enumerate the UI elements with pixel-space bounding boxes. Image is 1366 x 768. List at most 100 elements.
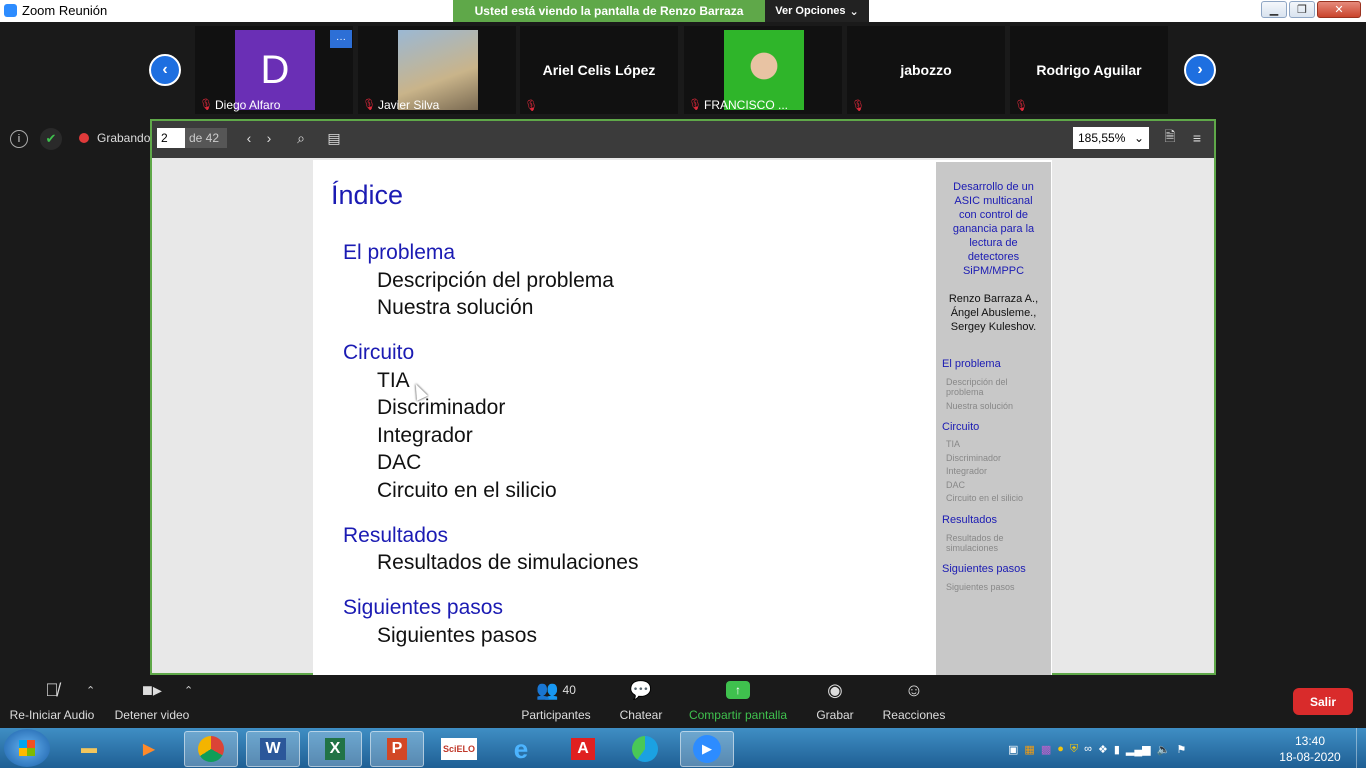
zoom-select[interactable]: 185,55% ⌄ [1073,127,1149,149]
recording-dot-icon [79,133,89,143]
taskbar-word[interactable]: W [246,731,300,767]
smiley-icon: ☺ [904,679,924,700]
save-document-button[interactable]: 🗎 [1160,128,1180,148]
clock-time: 13:40 [1294,734,1326,748]
search-button[interactable]: ⌕ [291,128,311,148]
mic-muted-icon: 🎙 [362,99,376,111]
participants-icon: 👥 [536,679,559,700]
taskbar-media-player[interactable]: ▶ [122,731,176,767]
acrobat-icon: A [571,738,595,760]
maximize-button[interactable]: ❐ [1289,1,1315,18]
participant-tile[interactable]: jabozzo 🎙 [847,26,1005,114]
flag-icon[interactable]: ⚑ [1176,743,1186,756]
sidebar-item[interactable]: Integrador [946,466,1036,476]
sidebar-item[interactable]: Descripción del [946,377,1036,387]
shield-icon[interactable]: ✔ [40,128,62,150]
clock[interactable]: 13:40 18-08-2020 [1278,733,1342,765]
zoom-icon: ▶ [693,735,721,763]
sidebar-section[interactable]: El problema [942,358,1001,370]
taskbar-excel[interactable]: X [308,731,362,767]
leave-button[interactable]: Salir [1293,688,1353,715]
start-button[interactable] [4,729,50,767]
next-participants-button[interactable]: › [1184,54,1216,86]
video-button[interactable]: ■▸ Detener video [112,678,192,723]
mic-status: 🎙 [524,100,538,112]
toc-item: Discriminador [377,396,506,419]
security-tray-icon[interactable]: ⛨ [1070,743,1078,756]
prev-page-button[interactable]: ‹ [239,128,259,148]
chat-label: Chatear [619,708,663,722]
power-tray-icon[interactable]: ▮ [1114,743,1120,756]
meeting-status: i ✔ Grabando [0,118,150,158]
taskbar-chrome[interactable] [184,731,238,767]
toc-item: Descripción del problema [377,269,614,292]
participants-button[interactable]: 👥 40 Participantes [518,678,594,723]
toc-item: TIA [377,369,410,392]
participant-tile[interactable]: Rodrigo Aguilar 🎙 [1010,26,1168,114]
chevron-down-icon: ⌄ [1133,131,1144,145]
sidebar-item[interactable]: problema [946,387,1036,397]
taskbar-powerpoint[interactable]: P [370,731,424,767]
taskbar-scielo[interactable]: SciELO [432,731,486,767]
view-options-button[interactable]: Ver Opciones ⌄ [765,0,869,22]
record-label: Grabar [816,708,854,722]
sidebar-item[interactable]: simulaciones [946,543,1036,553]
recording-label: Grabando [97,131,151,145]
sidebar-section[interactable]: Resultados [942,514,997,526]
participants-label: Participantes [521,708,591,722]
taskbar-explorer[interactable]: ▬ [62,731,116,767]
taskbar-zoom[interactable]: ▶ [680,731,734,767]
record-button[interactable]: ◉ Grabar [808,678,862,723]
taskbar-edge[interactable] [618,731,672,767]
update-tray-icon[interactable]: ● [1057,743,1064,755]
sidebar-item[interactable]: Resultados de [946,533,1036,543]
document-button[interactable]: ▤ [324,128,344,148]
share-label: Compartir pantalla [688,708,788,722]
audio-button[interactable]: 🎙̸ Re-Iniciar Audio [8,678,96,723]
chevron-left-icon: ‹ [162,61,168,78]
volume-icon[interactable]: 🔈 [1157,743,1171,756]
next-page-button[interactable]: › [259,128,279,148]
link-tray-icon[interactable]: ∞ [1084,743,1092,755]
participant-tile[interactable]: Ariel Celis López 🎙 [520,26,678,114]
prev-participants-button[interactable]: ‹ [149,54,181,86]
mic-muted-icon: 🎙 [1014,100,1028,112]
info-icon[interactable]: i [10,130,28,148]
sidebar-item[interactable]: TIA [946,439,1036,449]
sidebar-item[interactable]: Siguientes pasos [946,582,1036,592]
mic-muted-icon: 🎙 [851,100,865,112]
menu-button[interactable]: ≡ [1187,128,1207,148]
participant-tile[interactable]: 🎙 FRANCISCO ... [684,26,842,114]
sidebar-item[interactable]: Circuito en el silicio [946,493,1036,503]
app-tray-icon[interactable]: ▦ [1024,743,1034,756]
toc-section: Siguientes pasos [343,596,503,619]
sidebar-item[interactable]: Discriminador [946,453,1036,463]
more-options-button[interactable]: ··· [330,30,352,48]
powerpoint-icon: P [386,738,408,760]
minimize-button[interactable]: ▁ [1261,1,1287,18]
show-desktop-button[interactable] [1356,728,1366,768]
sidebar-section[interactable]: Circuito [942,421,979,433]
share-screen-button[interactable]: ↑ Compartir pantalla [684,678,792,722]
chrome-icon [198,736,224,762]
sidebar-item[interactable]: DAC [946,480,1036,490]
sidebar-item[interactable]: Nuestra solución [946,401,1036,411]
sidebar-section[interactable]: Siguientes pasos [942,563,1026,575]
page-number-input[interactable]: 2 [157,128,185,148]
reactions-button[interactable]: ☺ Reacciones [878,678,950,723]
scielo-icon: SciELO [440,738,477,760]
mic-muted-icon: 🎙 [524,100,538,112]
taskbar-ie[interactable]: e [494,731,548,767]
dropbox-icon[interactable]: ❖ [1098,743,1108,756]
taskbar-acrobat[interactable]: A [556,731,610,767]
video-options-chevron-icon[interactable]: ⌃ [184,684,193,697]
app-tray-icon[interactable]: ▩ [1041,743,1051,756]
zoom-tray-icon[interactable]: ▣ [1008,743,1018,756]
close-window-button[interactable]: ✕ [1317,1,1361,18]
network-icon[interactable]: ▂▄▆ [1126,743,1151,756]
sidebar-authors: Renzo Barraza A., Ángel Abusleme., Serge… [948,293,1039,333]
audio-options-chevron-icon[interactable]: ⌃ [86,684,95,697]
participant-tile[interactable]: D ··· 🎙 Diego Alfaro [195,26,353,114]
participant-tile[interactable]: 🎙 Javier Silva [358,26,516,114]
chat-button[interactable]: 💬 Chatear [612,678,670,723]
